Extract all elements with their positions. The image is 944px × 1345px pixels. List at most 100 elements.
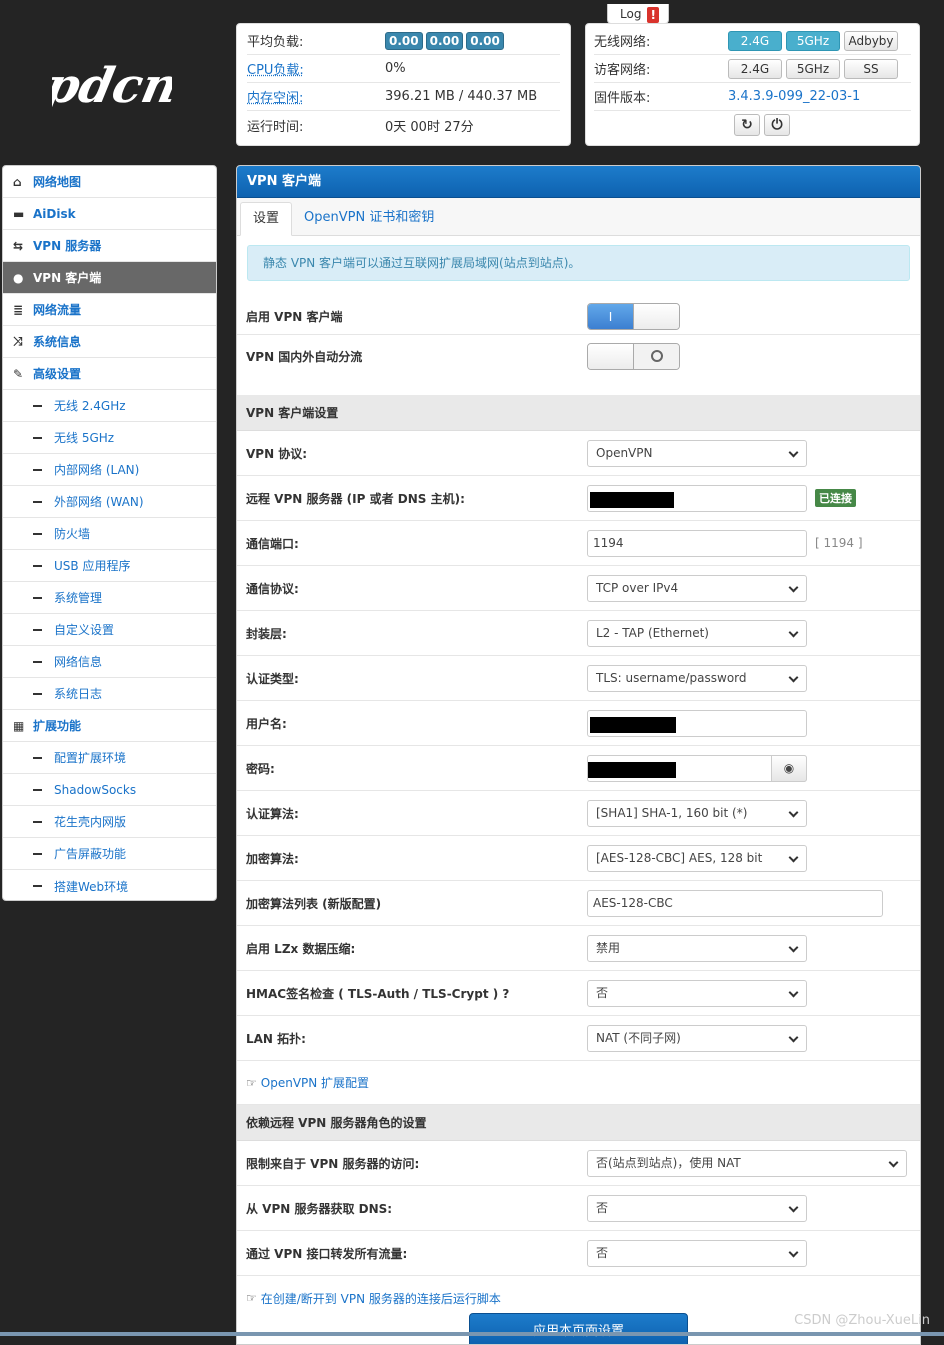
port-input[interactable]: 1194 <box>587 529 807 557</box>
sidebar-nav: ⌂ 网络地图 ▬ AiDisk ⇆ VPN 服务器 ● VPN 客户端 ≣ 网络流量 ⤨ 系… <box>2 165 217 901</box>
sidebar-sub-usb[interactable]: USB 应用程序 <box>3 550 216 582</box>
enable-vpn-toggle[interactable]: I <box>587 303 680 330</box>
load-row: 平均负载: 0.00 0.00 0.00 <box>247 27 560 55</box>
forward-all-row: 通过 VPN 接口转发所有流量: 否 <box>237 1231 920 1276</box>
circle-icon <box>650 350 663 362</box>
sidebar-sub-wireless-24[interactable]: 无线 2.4GHz <box>3 390 216 422</box>
sidebar-item-advanced[interactable]: ✎ 高级设置 <box>3 358 216 390</box>
transport-label: 通信协议: <box>246 581 299 596</box>
random-icon: ⤨ <box>13 334 23 348</box>
vpn-client-panel: VPN 客户端 设置 OpenVPN 证书和密钥 静态 VPN 客户端可以通过互… <box>236 165 921 1345</box>
lzx-select[interactable]: 禁用 <box>587 934 807 962</box>
sidebar-sub-syslog[interactable]: 系统日志 <box>3 678 216 710</box>
sidebar-sub-phddns[interactable]: 花生壳内网版 <box>3 806 216 838</box>
sidebar-sub-firewall[interactable]: 防火墙 <box>3 518 216 550</box>
refresh-icon[interactable]: ↻ <box>734 114 760 136</box>
lan-topo-select[interactable]: NAT (不同子网) <box>587 1024 807 1052</box>
list-icon: ≣ <box>13 302 24 317</box>
username-input[interactable] <box>587 709 807 737</box>
adbyby-button[interactable]: Adbyby <box>844 30 898 51</box>
sidebar-sub-shadowsocks[interactable]: ShadowSocks <box>3 774 216 806</box>
info-alert: 静态 VPN 客户端可以通过互联网扩展局域网(站点到站点)。 <box>247 245 910 281</box>
server-input[interactable] <box>587 484 807 512</box>
guest-24g-button[interactable]: 2.4G <box>728 58 782 79</box>
dash-icon <box>33 885 42 887</box>
dns-select[interactable]: 否 <box>587 1194 807 1222</box>
cipher-list-input[interactable]: AES-128-CBC <box>587 889 883 917</box>
encap-label: 封装层: <box>246 626 287 641</box>
port-label: 通信端口: <box>246 536 299 551</box>
encap-select[interactable]: L2 - TAP (Ethernet) <box>587 619 807 647</box>
dash-icon <box>33 468 42 471</box>
wireless-24g-button[interactable]: 2.4G <box>728 30 782 51</box>
cpu-load-link[interactable]: CPU负载: <box>247 59 385 78</box>
eye-icon[interactable]: ◉ <box>771 754 807 782</box>
sidebar-sub-netinfo[interactable]: 网络信息 <box>3 646 216 678</box>
sidebar-sub-web-env[interactable]: 搭建Web环境 <box>3 870 216 900</box>
sidebar-item-vpn-server[interactable]: ⇆ VPN 服务器 <box>3 230 216 262</box>
firmware-version-link[interactable]: 3.4.3.9-099_22-03-1 <box>728 89 860 104</box>
guest-5g-button[interactable]: 5GHz <box>786 58 840 79</box>
ss-button[interactable]: SS <box>844 58 898 79</box>
transport-select[interactable]: TCP over IPv4 <box>587 574 807 602</box>
tab-openvpn-keys[interactable]: OpenVPN 证书和密钥 <box>292 202 446 236</box>
sidebar-sub-ext-env[interactable]: 配置扩展环境 <box>3 742 216 774</box>
run-script-link[interactable]: 在创建/断开到 VPN 服务器的连接后运行脚本 <box>261 1290 501 1307</box>
wrench-icon: ✎ <box>13 366 24 381</box>
cipher-list-label: 加密算法列表 (新版配置) <box>246 896 382 911</box>
section-server-role-settings: 依赖远程 VPN 服务器角色的设置 <box>237 1105 920 1141</box>
pdcn-logo: pdcn <box>52 58 172 114</box>
openvpn-ext-config-link[interactable]: OpenVPN 扩展配置 <box>261 1074 369 1091</box>
sidebar-sub-custom[interactable]: 自定义设置 <box>3 614 216 646</box>
bottom-strip <box>0 1332 944 1336</box>
uptime-label: 运行时间: <box>247 119 304 135</box>
dash-icon <box>33 852 42 855</box>
protocol-select[interactable]: OpenVPN <box>587 439 807 467</box>
memory-free-link[interactable]: 内存空闲: <box>247 87 385 106</box>
password-label: 密码: <box>246 761 275 776</box>
sidebar-sub-wan[interactable]: 外部网络 (WAN) <box>3 486 216 518</box>
restrict-select[interactable]: 否(站点到站点)，使用 NAT <box>587 1149 907 1177</box>
password-row: 密码: ◉ <box>237 746 920 791</box>
sidebar-item-aidisk[interactable]: ▬ AiDisk <box>3 198 216 230</box>
auto-split-toggle[interactable] <box>587 342 680 370</box>
password-input[interactable]: ◉ <box>587 754 807 782</box>
sidebar-item-label: 扩展功能 <box>33 719 82 733</box>
sidebar-sub-lan[interactable]: 内部网络 (LAN) <box>3 454 216 486</box>
sidebar-item-system-info[interactable]: ⤨ 系统信息 <box>3 326 216 358</box>
sidebar-sub-label: 自定义设置 <box>54 623 115 637</box>
dash-icon <box>33 500 42 503</box>
dash-icon <box>33 628 42 631</box>
cipher-label: 加密算法: <box>246 851 299 866</box>
power-icon[interactable]: ⏻ <box>764 114 790 136</box>
log-tab[interactable]: Log ! <box>607 4 669 24</box>
sidebar-sub-label: ShadowSocks <box>54 782 137 797</box>
sidebar-sub-label: USB 应用程序 <box>54 559 131 573</box>
sidebar-item-traffic[interactable]: ≣ 网络流量 <box>3 294 216 326</box>
cipher-row: 加密算法: [AES-128-CBC] AES, 128 bit <box>237 836 920 881</box>
guest-label: 访客网络: <box>594 63 651 78</box>
auth-type-select[interactable]: TLS: username/password <box>587 664 807 692</box>
wireless-5g-button[interactable]: 5GHz <box>786 30 840 51</box>
warning-icon: ! <box>647 6 660 23</box>
username-row: 用户名: <box>237 701 920 746</box>
sidebar-item-vpn-client[interactable]: ● VPN 客户端 <box>3 262 216 294</box>
sidebar-item-network-map[interactable]: ⌂ 网络地图 <box>3 166 216 198</box>
lzx-label: 启用 LZx 数据压缩: <box>246 941 356 956</box>
cipher-select[interactable]: [AES-128-CBC] AES, 128 bit <box>587 844 807 872</box>
sidebar-sub-admin[interactable]: 系统管理 <box>3 582 216 614</box>
sidebar-sub-adblock[interactable]: 广告屏蔽功能 <box>3 838 216 870</box>
forward-all-select[interactable]: 否 <box>587 1239 807 1267</box>
sidebar-item-extensions[interactable]: ▦ 扩展功能 <box>3 710 216 742</box>
apply-settings-button[interactable]: 应用本页面设置 <box>469 1313 688 1344</box>
hmac-select[interactable]: 否 <box>587 979 807 1007</box>
auth-alg-select[interactable]: [SHA1] SHA-1, 160 bit (*) <box>587 799 807 827</box>
auth-type-row: 认证类型: TLS: username/password <box>237 656 920 701</box>
restrict-row: 限制来自于 VPN 服务器的访问: 否(站点到站点)，使用 NAT <box>237 1141 920 1186</box>
toggle-off-side <box>633 304 679 329</box>
tab-settings[interactable]: 设置 <box>240 202 293 236</box>
sidebar-item-label: AiDisk <box>33 206 76 221</box>
sidebar-item-label: 系统信息 <box>33 335 82 349</box>
sidebar-sub-wireless-5[interactable]: 无线 5GHz <box>3 422 216 454</box>
grid-icon: ▦ <box>13 718 25 733</box>
